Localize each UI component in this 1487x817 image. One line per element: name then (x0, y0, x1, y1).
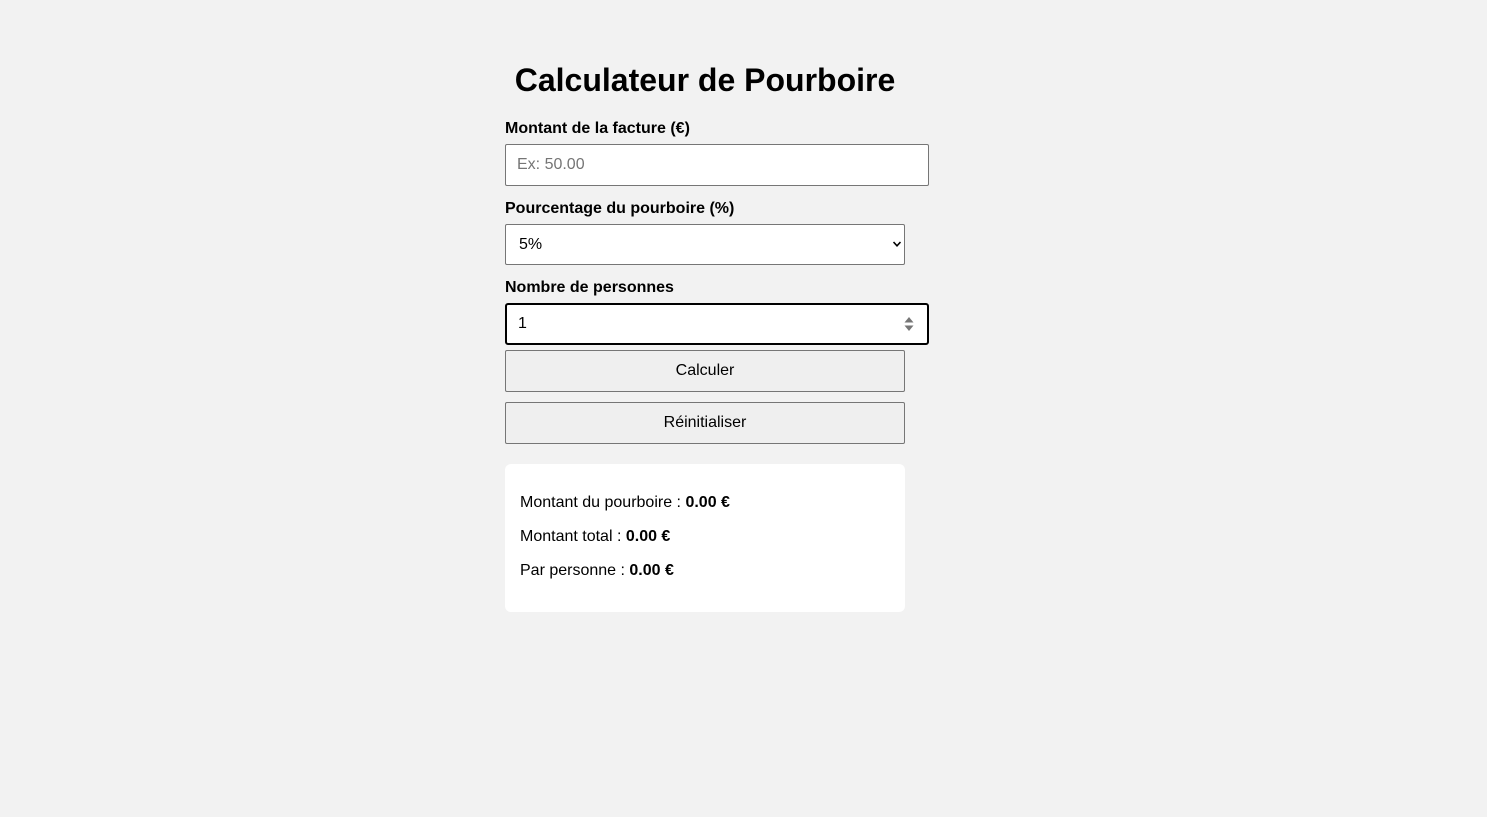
reset-button[interactable]: Réinitialiser (505, 402, 905, 444)
people-label: Nombre de personnes (505, 279, 674, 296)
bill-label: Montant de la facture (€) (505, 120, 690, 137)
total-amount-value: 0.00 € (625, 528, 671, 545)
tip-amount-line: Montant du pourboire : 0.00 € (520, 493, 730, 513)
chevron-down-icon (893, 241, 901, 247)
people-count-input[interactable]: 1 (505, 303, 929, 345)
results-card: Montant du pourboire : 0.00 € Montant to… (505, 464, 905, 612)
tip-selected-value: 5% (519, 236, 543, 253)
people-count-value: 1 (518, 315, 527, 332)
total-amount-line: Montant total : 0.00 € (520, 527, 670, 547)
tip-percentage-label: Pourcentage du pourboire (%) (505, 200, 735, 217)
page-title: Calculateur de Pourboire (514, 62, 896, 98)
tip-percentage-select[interactable]: 5% (505, 224, 905, 265)
tip-amount-label: Montant du pourboire : (520, 494, 681, 511)
tip-amount-value: 0.00 € (685, 494, 730, 511)
per-person-label: Par personne : (520, 562, 625, 579)
per-person-value: 0.00 € (629, 562, 674, 579)
per-person-line: Par personne : 0.00 € (520, 561, 674, 581)
number-stepper-icon[interactable] (904, 316, 914, 332)
bill-amount-input[interactable] (505, 144, 929, 186)
total-amount-label: Montant total : (520, 528, 622, 545)
calculate-button[interactable]: Calculer (505, 350, 905, 392)
